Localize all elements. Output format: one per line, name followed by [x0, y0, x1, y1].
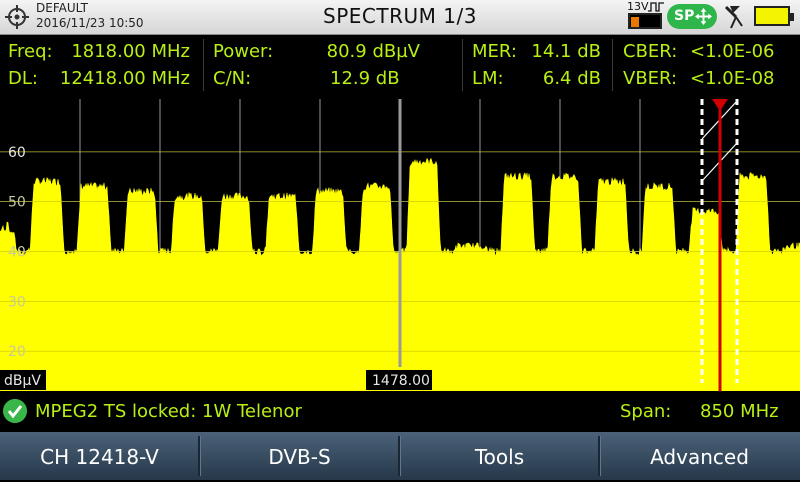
dl-label: DL: — [8, 68, 38, 89]
unit-label: dBµV — [4, 373, 41, 389]
measurement-panel: Freq: 1818.00 MHz DL: 12418.00 MHz Power… — [0, 35, 800, 95]
sp-button[interactable]: SP — [667, 4, 717, 29]
dl-value: 12418.00 MHz — [59, 68, 190, 89]
y-tick-label: 40 — [8, 244, 26, 260]
22khz-tone-icon — [648, 2, 664, 12]
cber-label: CBER: — [623, 41, 678, 62]
lm-value: 6.4 dB — [542, 68, 601, 89]
softkey-channel[interactable]: CH 12418-V — [0, 432, 199, 480]
power-value: 80.9 dBµV — [326, 41, 420, 62]
status-line: MPEG2 TS locked: 1W Telenor Span: 850 MH… — [0, 394, 800, 430]
sp-label: SP — [674, 8, 695, 24]
y-tick-label: 50 — [8, 195, 26, 211]
cn-value: 12.9 dB — [330, 68, 400, 89]
satellite-icon — [724, 5, 743, 29]
cn-label: C/N: — [213, 68, 252, 89]
span-value: 850 MHz — [700, 401, 779, 422]
spectrum-plot[interactable]: 20 30 40 50 60 dBµV 1478.00 — [0, 97, 800, 391]
y-tick-label: 30 — [8, 294, 26, 310]
softkey-bar: CH 12418-V DVB-S Tools Advanced — [0, 432, 800, 480]
softkey-standard[interactable]: DVB-S — [200, 432, 399, 480]
y-tick-label: 60 — [8, 145, 26, 161]
lnb-power-indicator — [628, 13, 662, 29]
power-label: Power: — [213, 41, 274, 62]
center-frequency-label: 1478.00 — [372, 373, 430, 389]
move-arrows-icon — [694, 7, 713, 26]
top-status-bar: DEFAULT 2016/11/23 10:50 SPECTRUM 1/3 13… — [0, 0, 800, 35]
check-icon — [3, 399, 27, 423]
marker-triangle — [712, 99, 728, 111]
freq-value: 1818.00 MHz — [71, 41, 190, 62]
lm-label: LM: — [472, 68, 504, 89]
vber-label: VBER: — [623, 68, 678, 89]
span-label: Span: — [620, 401, 672, 422]
freq-label: Freq: — [8, 41, 53, 62]
lock-status-message: MPEG2 TS locked: 1W Telenor — [35, 401, 302, 422]
battery-icon — [754, 6, 794, 26]
y-tick-label: 20 — [8, 344, 26, 360]
softkey-tools[interactable]: Tools — [400, 432, 599, 480]
vber-value: <1.0E-08 — [690, 68, 775, 89]
lnb-voltage: 13V — [627, 0, 649, 13]
cber-value: <1.0E-06 — [690, 41, 775, 62]
spectrum-svg[interactable]: 20 30 40 50 60 dBµV 1478.00 — [0, 97, 800, 391]
softkey-advanced[interactable]: Advanced — [600, 432, 799, 480]
mer-value: 14.1 dB — [531, 41, 601, 62]
